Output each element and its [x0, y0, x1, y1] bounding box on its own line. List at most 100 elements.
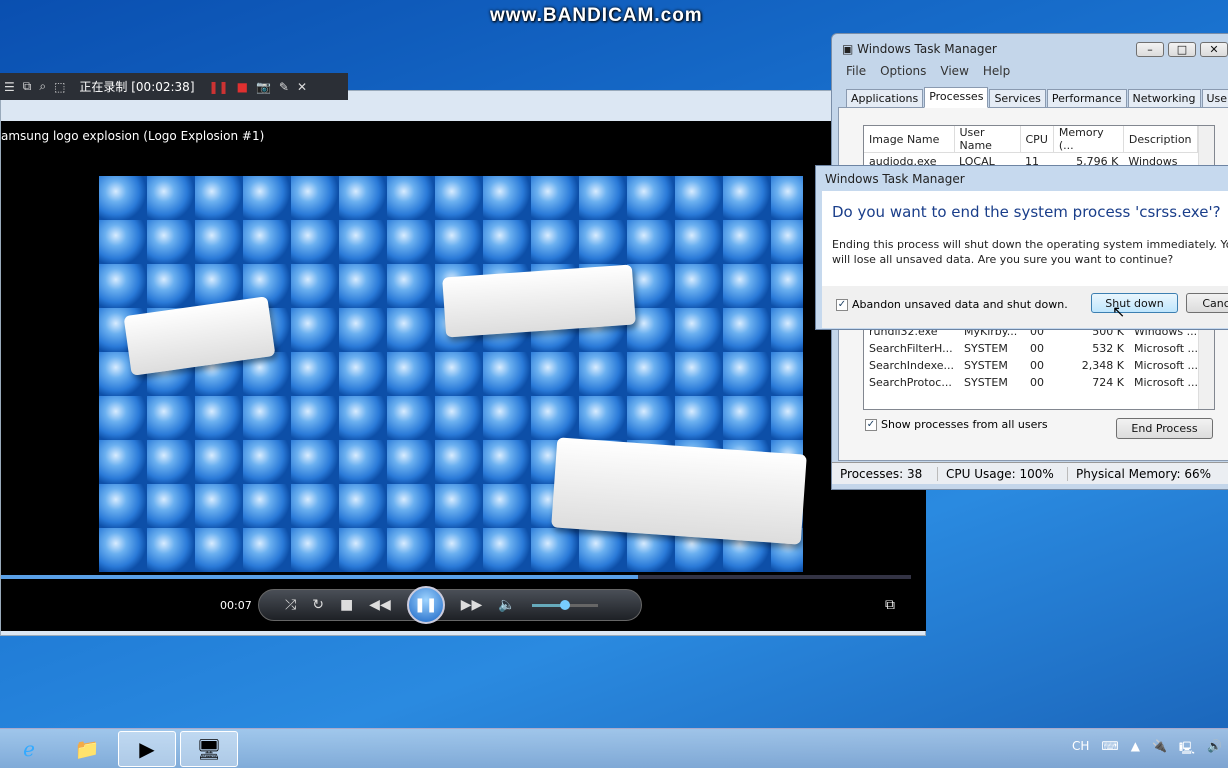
col-memory[interactable]: Memory (... — [1053, 126, 1124, 153]
recording-status: 正在录制 [00:02:38] — [79, 80, 195, 94]
close-button[interactable]: ✕ — [1200, 42, 1228, 57]
shut-down-button[interactable]: Shut down — [1091, 293, 1178, 313]
dialog-footer: ✓ Abandon unsaved data and shut down. Shu… — [822, 286, 1228, 328]
video-letter-block — [123, 296, 276, 376]
table-row[interactable]: SearchProtoc... SYSTEM 00 724 K Microsoft ..… — [864, 374, 1203, 391]
seek-bar[interactable] — [1, 575, 911, 579]
menu-icon[interactable]: ☰ — [4, 80, 15, 94]
cancel-button[interactable]: Cancel — [1186, 293, 1228, 313]
abandon-data-checkbox[interactable]: ✓ Abandon unsaved data and shut down. — [836, 298, 1068, 311]
dialog-content: Do you want to end the system process 'c… — [822, 191, 1228, 286]
pause-icon[interactable]: ❚❚ — [209, 80, 229, 94]
volume-icon[interactable]: 🔈 — [498, 597, 515, 613]
video-letter-block — [442, 264, 636, 338]
stop-icon[interactable]: ■ — [340, 597, 353, 613]
end-process-dialog: Windows Task Manager Do you want to end … — [815, 165, 1228, 330]
network-icon[interactable]: 🖳 — [1179, 739, 1195, 760]
cell: 00 — [1030, 342, 1044, 355]
status-cpu: CPU Usage: 100% — [938, 466, 1068, 481]
language-indicator[interactable]: CH — [1072, 739, 1089, 760]
checkbox-icon[interactable]: ✓ — [836, 299, 848, 311]
col-cpu[interactable]: CPU — [1020, 126, 1054, 153]
title-text: Windows Task Manager — [857, 42, 997, 56]
tab-networking[interactable]: Networking — [1127, 89, 1201, 108]
cell: 532 K — [1092, 342, 1124, 355]
show-all-users-checkbox[interactable]: ✓ Show processes from all users — [865, 418, 1048, 431]
menu-help[interactable]: Help — [983, 64, 1010, 78]
col-description[interactable]: Description — [1123, 126, 1198, 153]
camera-icon[interactable]: 📷 — [256, 80, 271, 94]
video-frame[interactable] — [99, 176, 807, 572]
col-user-name[interactable]: User Name — [954, 126, 1021, 153]
dialog-title: Windows Task Manager — [825, 172, 965, 186]
cell: SearchIndexe... — [869, 359, 954, 372]
power-icon[interactable]: 🔌 — [1152, 739, 1167, 760]
taskbar: ℯ 📁 ▶ 🖥 CH ⌨ ▲ 🔌 🖳 🔊 — [0, 728, 1228, 768]
playback-controls: ⤮ ↻ ■ ◀◀ ❚❚ ▶▶ 🔈 — [258, 586, 642, 624]
elapsed-time: 00:07 — [220, 599, 252, 612]
menu-bar: File Options View Help — [846, 64, 1010, 78]
seek-progress — [1, 575, 638, 579]
cell: Microsoft ... — [1134, 342, 1199, 355]
show-hidden-icons[interactable]: ▲ — [1131, 739, 1140, 760]
checkbox-label: Show processes from all users — [881, 418, 1048, 431]
cell: SearchFilterH... — [869, 342, 953, 355]
system-tray: CH ⌨ ▲ 🔌 🖳 🔊 — [1072, 739, 1222, 760]
tab-applications[interactable]: Applications — [846, 89, 924, 108]
dialog-message: Ending this process will shut down the o… — [832, 238, 1228, 266]
bandicam-toolbar: ☰ ⧉ ⌕ ⬚ 正在录制 [00:02:38] ❚❚ ■ 📷 ✎ ✕ — [0, 73, 348, 100]
mouse-cursor-icon: ↖ — [1112, 302, 1126, 321]
close-icon[interactable]: ✕ — [297, 80, 307, 94]
keyboard-icon[interactable]: ⌨ — [1101, 739, 1118, 760]
checkbox-label: Abandon unsaved data and shut down. — [852, 298, 1068, 311]
stop-icon[interactable]: ■ — [237, 80, 248, 94]
cell: 00 — [1030, 376, 1044, 389]
volume-slider[interactable] — [531, 599, 598, 610]
tab-performance[interactable]: Performance — [1046, 89, 1127, 108]
media-title: amsung logo explosion (Logo Explosion #1… — [1, 129, 265, 143]
internet-explorer-icon[interactable]: ℯ — [0, 731, 58, 767]
fullscreen-icon[interactable]: ⬚ — [54, 80, 65, 94]
cell: 00 — [1030, 359, 1044, 372]
cell: SYSTEM — [964, 359, 1008, 372]
status-bar: Processes: 38 CPU Usage: 100% Physical M… — [832, 462, 1228, 484]
media-player-icon[interactable]: ▶ — [118, 731, 176, 767]
task-manager-icon[interactable]: 🖥 — [180, 731, 238, 767]
cell: 2,348 K — [1081, 359, 1124, 372]
menu-view[interactable]: View — [940, 64, 968, 78]
fullscreen-icon[interactable]: ⧉ — [885, 597, 895, 613]
repeat-icon[interactable]: ↻ — [312, 597, 324, 613]
volume-icon[interactable]: 🔊 — [1207, 739, 1222, 760]
window-icon[interactable]: ⧉ — [23, 79, 32, 94]
tab-services[interactable]: Services — [989, 89, 1046, 108]
tab-users[interactable]: Users — [1201, 89, 1228, 108]
file-explorer-icon[interactable]: 📁 — [58, 731, 116, 767]
cell: SYSTEM — [964, 342, 1008, 355]
player-body: amsung logo explosion (Logo Explosion #1… — [1, 121, 926, 631]
video-letter-block — [551, 437, 807, 545]
minimize-button[interactable]: – — [1136, 42, 1164, 57]
rewind-icon[interactable]: ◀◀ — [369, 597, 391, 613]
shuffle-icon[interactable]: ⤮ — [285, 597, 296, 613]
fast-forward-icon[interactable]: ▶▶ — [461, 597, 483, 613]
table-row[interactable]: SearchFilterH... SYSTEM 00 532 K Microsoft .… — [864, 340, 1203, 357]
maximize-button[interactable]: □ — [1168, 42, 1196, 57]
cell: 724 K — [1092, 376, 1124, 389]
tab-bar: Applications Processes Services Performa… — [846, 87, 1228, 110]
status-memory: Physical Memory: 66% — [1076, 466, 1212, 481]
col-image-name[interactable]: Image Name — [864, 126, 955, 153]
dialog-question: Do you want to end the system process 'c… — [832, 203, 1221, 221]
region-icon[interactable]: ⌕ — [39, 79, 46, 94]
checkbox-icon[interactable]: ✓ — [865, 419, 877, 431]
end-process-button[interactable]: End Process — [1116, 418, 1213, 439]
cell: SYSTEM — [964, 376, 1008, 389]
tab-processes[interactable]: Processes — [924, 87, 989, 108]
menu-file[interactable]: File — [846, 64, 866, 78]
bandicam-watermark: www.BANDICAM.com — [490, 5, 703, 26]
pause-button[interactable]: ❚❚ — [406, 586, 445, 624]
pencil-icon[interactable]: ✎ — [279, 80, 289, 94]
menu-options[interactable]: Options — [880, 64, 926, 78]
table-row[interactable]: SearchIndexe... SYSTEM 00 2,348 K Microsoft … — [864, 357, 1203, 374]
media-player-window: amsung logo explosion (Logo Explosion #1… — [0, 90, 926, 636]
cell: Microsoft ... — [1134, 376, 1199, 389]
